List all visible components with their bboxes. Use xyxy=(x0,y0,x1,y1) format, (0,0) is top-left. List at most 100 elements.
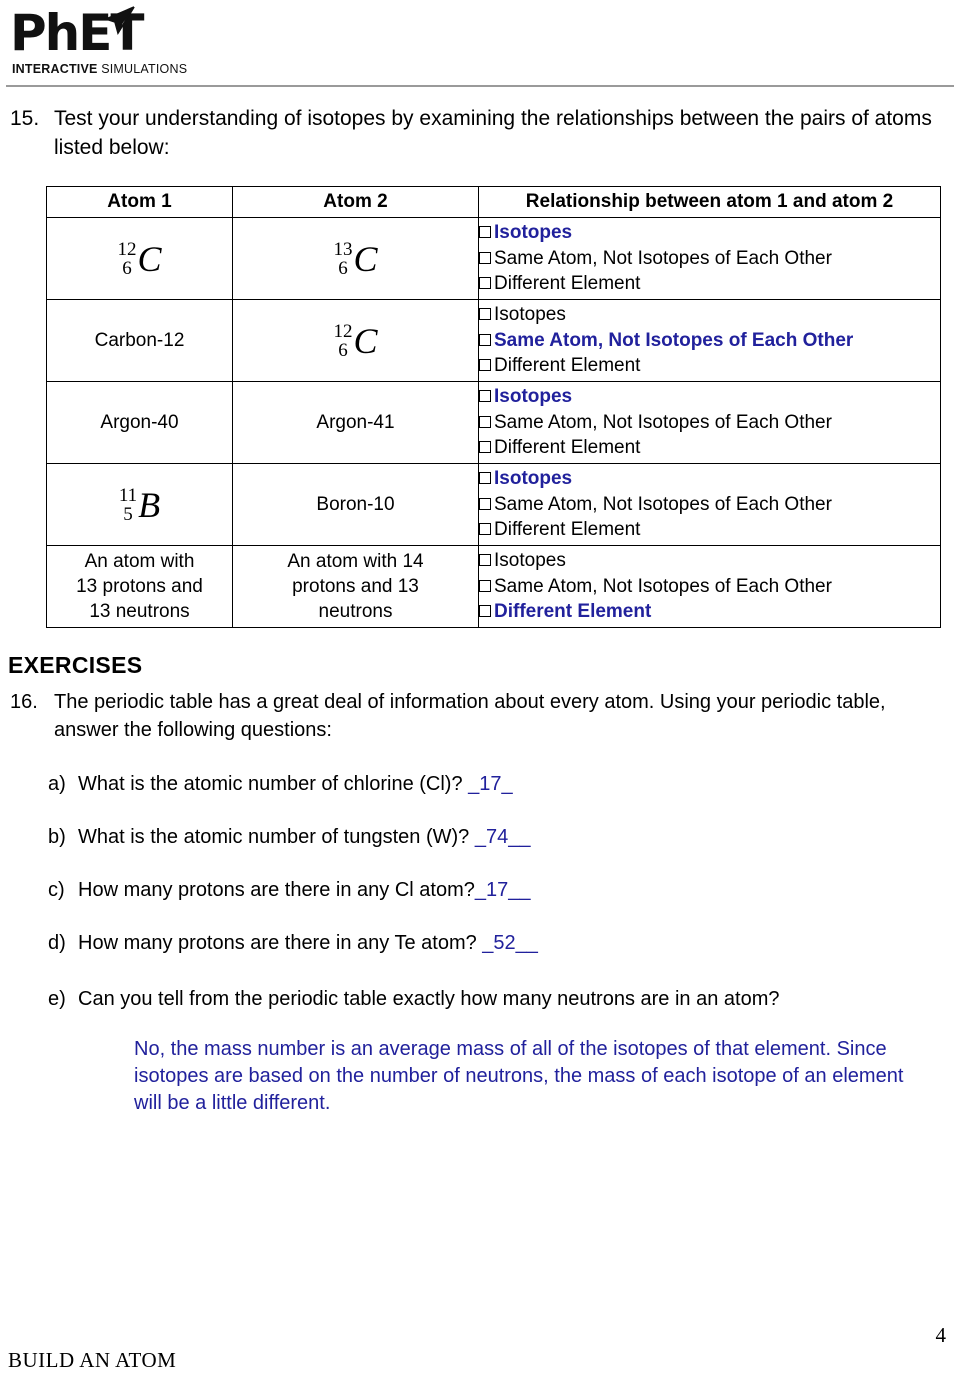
checkbox-option[interactable]: Same Atom, Not Isotopes of Each Other xyxy=(479,410,940,436)
checkbox-label: Different Element xyxy=(494,273,641,295)
mass-number: 12 xyxy=(117,238,137,260)
page-header: PhET INTERACTIVE SIMULATIONS xyxy=(0,0,960,92)
cell-relationship-options: Isotopes Same Atom, Not Isotopes of Each … xyxy=(478,545,941,628)
checkbox-icon[interactable] xyxy=(479,497,491,510)
page-number: 4 xyxy=(935,1323,947,1347)
checkbox-option-selected[interactable]: Isotopes xyxy=(479,384,940,410)
table-row: 11 5 B Boron-10 Isotopes Same Atom, Not Isoto… xyxy=(46,463,941,546)
atom-description-line: Carbon-12 xyxy=(94,330,185,351)
sub-question-b-answer[interactable]: _74__ xyxy=(475,826,531,848)
checkbox-option[interactable]: Same Atom, Not Isotopes of Each Other xyxy=(479,574,940,600)
sub-question-e: e) Can you tell from the periodic table e… xyxy=(48,985,938,1013)
checkbox-label: Isotopes xyxy=(494,386,573,408)
sub-question-b: b) What is the atomic number of tungsten … xyxy=(48,823,938,851)
sub-question-e-label: e) xyxy=(48,988,66,1010)
atom-description-line: neutrons xyxy=(318,601,393,622)
atom-description-line: An atom with xyxy=(84,551,195,572)
checkbox-icon[interactable] xyxy=(479,226,491,239)
table-row: An atom with 13 protons and 13 neutrons An … xyxy=(46,545,941,628)
isotope-notation: 12 6 C xyxy=(333,322,377,360)
cell-atom2: Boron-10 xyxy=(232,463,479,546)
checkbox-option[interactable]: Isotopes xyxy=(479,302,940,328)
checkbox-option-selected[interactable]: Isotopes xyxy=(479,220,940,246)
cell-relationship-options: Isotopes Same Atom, Not Isotopes of Each … xyxy=(478,217,941,300)
cell-atom1: An atom with 13 protons and 13 neutrons xyxy=(46,545,233,628)
checkbox-option[interactable]: Different Element xyxy=(479,435,940,461)
checkbox-icon[interactable] xyxy=(479,251,491,264)
question-15: 15. Test your understanding of isotopes … xyxy=(10,104,946,162)
checkbox-icon[interactable] xyxy=(479,579,491,592)
cell-atom1: Argon-40 xyxy=(46,381,233,464)
cell-atom1: 12 6 C xyxy=(46,217,233,300)
sub-question-c-answer[interactable]: _17__ xyxy=(475,879,531,901)
cell-relationship-options: Isotopes Same Atom, Not Isotopes of Each … xyxy=(478,381,941,464)
atom-description-line: protons and 13 xyxy=(292,576,419,597)
checkbox-label: Same Atom, Not Isotopes of Each Other xyxy=(494,575,832,597)
checkbox-label: Different Element xyxy=(494,437,641,459)
cell-atom2: 12 6 C xyxy=(232,299,479,382)
checkbox-option[interactable]: Same Atom, Not Isotopes of Each Other xyxy=(479,246,940,272)
column-header-atom-2: Atom 2 xyxy=(232,186,479,218)
footer-document-title: BUILD AN ATOM xyxy=(8,1348,177,1372)
checkbox-label: Different Element xyxy=(494,519,641,541)
isotope-numbers: 12 6 xyxy=(117,240,136,278)
checkbox-icon[interactable] xyxy=(479,554,491,567)
table-row: Argon-40 Argon-41 Isotopes Same Atom, Not I… xyxy=(46,381,941,464)
checkbox-icon[interactable] xyxy=(479,605,491,618)
sub-question-d-label: d) xyxy=(48,932,66,954)
element-symbol: B xyxy=(138,484,161,525)
checkbox-option[interactable]: Different Element xyxy=(479,353,940,379)
cell-atom2: An atom with 14 protons and 13 neutrons xyxy=(232,545,479,628)
sub-question-e-answer[interactable]: No, the mass number is an average mass o… xyxy=(134,1036,934,1117)
checkbox-label: Different Element xyxy=(494,355,641,377)
cell-atom1: 11 5 B xyxy=(46,463,233,546)
checkbox-option[interactable]: Isotopes xyxy=(479,548,940,574)
checkbox-icon[interactable] xyxy=(479,390,491,403)
sub-question-a: a) What is the atomic number of chlorine … xyxy=(48,770,938,798)
checkbox-option-selected[interactable]: Isotopes xyxy=(479,466,940,492)
question-16: 16. The periodic table has a great deal … xyxy=(10,688,946,744)
mass-number: 11 xyxy=(118,484,138,506)
sub-question-a-text: What is the atomic number of chlorine (C… xyxy=(78,773,463,795)
column-header-atom-1: Atom 1 xyxy=(46,186,233,218)
atomic-number: 6 xyxy=(338,339,348,361)
atom-description-line: 13 neutrons xyxy=(89,601,190,622)
cell-relationship-options: Isotopes Same Atom, Not Isotopes of Each … xyxy=(478,463,941,546)
cell-atom2: 13 6 C xyxy=(232,217,479,300)
question-15-text: Test your understanding of isotopes by e… xyxy=(54,107,932,159)
element-symbol: C xyxy=(353,320,378,361)
header-divider xyxy=(6,85,954,87)
tagline-bold: INTERACTIVE xyxy=(12,62,98,76)
column-header-relationship: Relationship between atom 1 and atom 2 xyxy=(478,186,941,218)
checkbox-icon[interactable] xyxy=(479,359,491,372)
table-body: 12 6 C 13 6 C Isotopes Same Atom, Not Isotopes … xyxy=(46,217,941,628)
checkbox-label: Isotopes xyxy=(494,304,566,326)
sub-question-a-label: a) xyxy=(48,773,66,795)
checkbox-icon[interactable] xyxy=(479,415,491,428)
checkbox-label: Same Atom, Not Isotopes of Each Other xyxy=(494,493,832,515)
checkbox-icon[interactable] xyxy=(479,308,491,321)
sub-question-a-answer[interactable]: _17_ xyxy=(468,773,513,795)
checkbox-option[interactable]: Different Element xyxy=(479,517,940,543)
checkbox-option-selected[interactable]: Different Element xyxy=(479,599,940,625)
checkbox-option[interactable]: Same Atom, Not Isotopes of Each Other xyxy=(479,492,940,518)
atom-description-line: Argon-40 xyxy=(100,412,179,433)
checkbox-option-selected[interactable]: Same Atom, Not Isotopes of Each Other xyxy=(479,328,940,354)
sub-question-b-text: What is the atomic number of tungsten (W… xyxy=(78,826,470,848)
sub-question-b-label: b) xyxy=(48,826,66,848)
checkbox-icon[interactable] xyxy=(479,472,491,485)
phet-logo-tagline: INTERACTIVE SIMULATIONS xyxy=(12,62,187,76)
question-15-number: 15. xyxy=(10,107,40,130)
checkbox-icon[interactable] xyxy=(479,333,491,346)
checkbox-icon[interactable] xyxy=(479,523,491,536)
checkbox-label: Same Atom, Not Isotopes of Each Other xyxy=(494,247,832,269)
mass-number: 12 xyxy=(333,320,353,342)
atom-description-line: Argon-41 xyxy=(316,412,395,433)
atomic-number: 5 xyxy=(123,503,133,525)
checkbox-icon[interactable] xyxy=(479,277,491,290)
atomic-number: 6 xyxy=(338,257,348,279)
checkbox-icon[interactable] xyxy=(479,441,491,454)
checkbox-option[interactable]: Different Element xyxy=(479,271,940,297)
cell-relationship-options: Isotopes Same Atom, Not Isotopes of Each … xyxy=(478,299,941,382)
sub-question-d-answer[interactable]: _52__ xyxy=(482,932,538,954)
